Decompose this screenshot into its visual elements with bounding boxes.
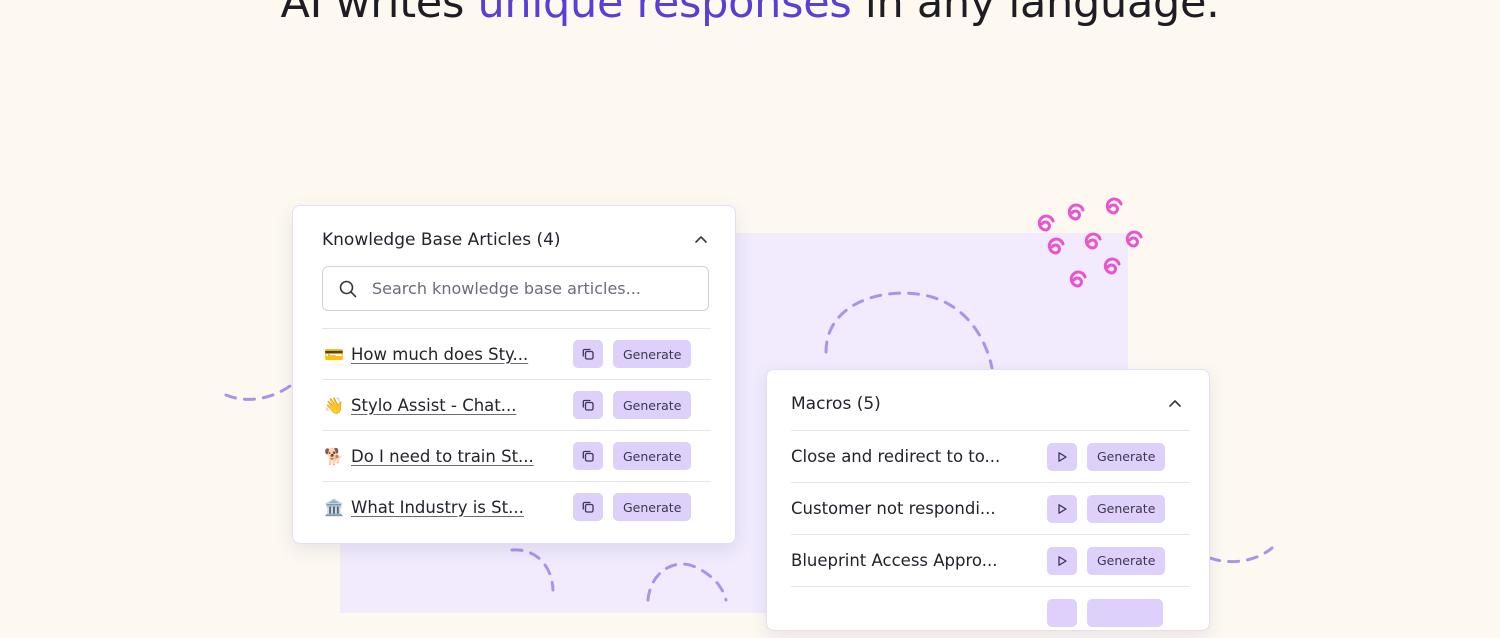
play-icon[interactable] (1047, 546, 1077, 575)
macros-list: Close and redirect to to... Generate Cus… (791, 430, 1189, 638)
list-item (791, 586, 1189, 638)
dashed-arc-top (824, 291, 994, 370)
macro-title[interactable]: Close and redirect to to... (791, 447, 1000, 466)
classical-building-icon: 🏛️ (324, 497, 344, 517)
list-item: Blueprint Access Appro... Generate (791, 534, 1189, 586)
play-icon[interactable] (1047, 598, 1077, 627)
generate-button[interactable]: Generate (613, 493, 692, 521)
play-icon[interactable] (1047, 494, 1077, 523)
copy-icon[interactable] (573, 340, 603, 368)
macros-title: Macros (5) (791, 394, 881, 414)
knowledge-base-list: 💳 How much does Sty... Generate 👋 Stylo As… (322, 328, 711, 532)
macro-title[interactable]: Customer not respondi... (791, 499, 996, 518)
generate-button[interactable]: Generate (613, 442, 692, 470)
pink-spirals (1037, 197, 1143, 288)
list-item: Close and redirect to to... Generate (791, 430, 1189, 482)
play-icon[interactable] (1047, 442, 1077, 471)
dog-icon: 🐕 (324, 446, 344, 466)
knowledge-base-search[interactable] (322, 266, 709, 311)
macros-header[interactable]: Macros (5) (791, 392, 1183, 416)
waving-hand-icon: 👋 (324, 395, 344, 415)
knowledge-base-title: Knowledge Base Articles (4) (322, 230, 561, 250)
chevron-up-icon[interactable] (693, 232, 709, 248)
macro-title[interactable]: Blueprint Access Appro... (791, 551, 997, 570)
card-emoji-icon: 💳 (324, 344, 344, 364)
list-item: 🐕 Do I need to train St... Generate (322, 430, 711, 481)
generate-button[interactable]: Generate (613, 340, 692, 368)
chevron-up-icon[interactable] (1167, 396, 1183, 412)
article-title: Stylo Assist - Chat... (351, 395, 517, 415)
generate-button[interactable]: Generate (613, 391, 692, 419)
dashed-arc-bottom-mid (646, 562, 728, 602)
article-title: Do I need to train St... (351, 446, 534, 466)
generate-button[interactable]: Generate (1087, 442, 1166, 471)
knowledge-base-panel: Knowledge Base Articles (4) 💳 How much do… (292, 205, 736, 544)
copy-icon[interactable] (573, 391, 603, 419)
decoration-layer (224, 197, 1274, 602)
article-link[interactable]: 🏛️ What Industry is St... (322, 498, 524, 517)
list-item: 🏛️ What Industry is St... Generate (322, 481, 711, 532)
list-item: Customer not respondi... Generate (791, 482, 1189, 534)
macros-panel: Macros (5) Close and redirect to to... G… (766, 369, 1210, 631)
search-input[interactable] (372, 279, 692, 298)
copy-icon[interactable] (573, 442, 603, 470)
list-item: 👋 Stylo Assist - Chat... Generate (322, 379, 711, 430)
dashed-arc-bottom-left (510, 548, 555, 592)
dashed-line-left (224, 384, 292, 401)
article-link[interactable]: 👋 Stylo Assist - Chat... (322, 395, 517, 415)
article-title: What Industry is St... (351, 497, 524, 517)
list-item: 💳 How much does Sty... Generate (322, 328, 711, 379)
copy-icon[interactable] (573, 493, 603, 521)
generate-button[interactable]: Generate (1087, 546, 1166, 575)
article-link[interactable]: 💳 How much does Sty... (322, 345, 528, 364)
generate-button[interactable]: Generate (1087, 494, 1166, 523)
article-link[interactable]: 🐕 Do I need to train St... (322, 447, 534, 466)
article-title: How much does Sty... (351, 344, 529, 364)
search-icon (338, 279, 358, 299)
generate-button[interactable] (1087, 598, 1163, 627)
knowledge-base-header[interactable]: Knowledge Base Articles (4) (322, 228, 709, 252)
dashed-line-right (1208, 546, 1274, 564)
